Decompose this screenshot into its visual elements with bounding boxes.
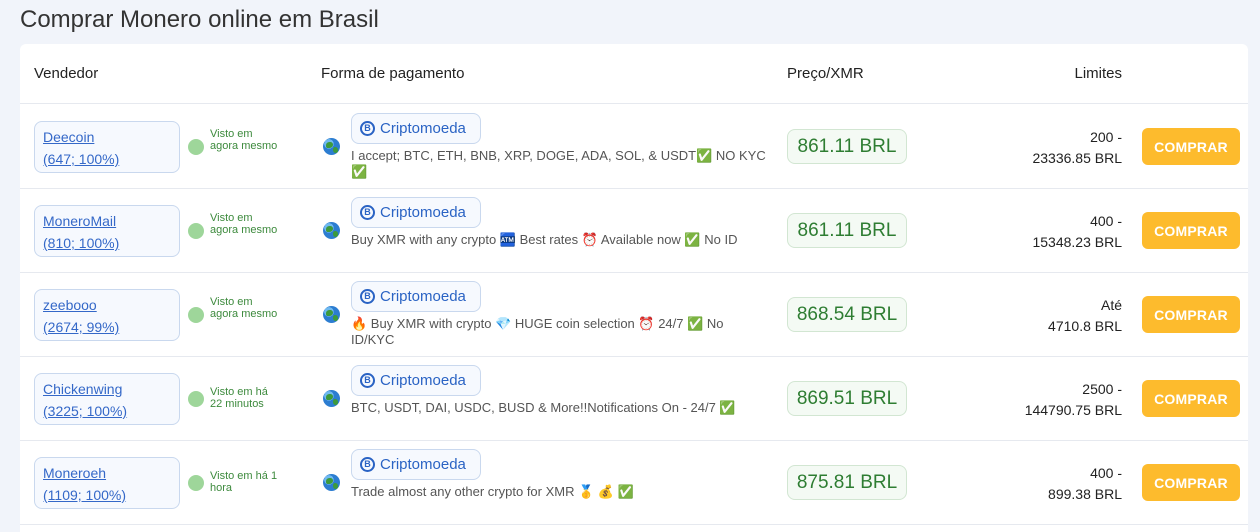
offer-description: BTC, USDT, DAI, USDC, BUSD & More!!Notif…: [351, 400, 736, 415]
vendor-stats-link[interactable]: (647; 100%): [43, 148, 171, 170]
bitcoin-coin-icon: B: [360, 457, 375, 472]
online-status-dot-icon: [188, 391, 204, 407]
last-seen-status: Visto em agora mesmo: [210, 212, 278, 236]
last-seen-status: Visto em há 1 hora: [210, 470, 278, 494]
header-limits: Limites: [1074, 65, 1122, 82]
limit-max: 144790.75 BRL: [1024, 402, 1122, 418]
page-title: Comprar Monero online em Brasil: [20, 6, 379, 33]
buy-button[interactable]: COMPRAR: [1142, 464, 1240, 501]
header-price: Preço/XMR: [787, 65, 864, 82]
price-badge: 861.11 BRL: [787, 129, 907, 164]
limit-min: Até: [1100, 297, 1122, 313]
price-badge: 861.11 BRL: [787, 213, 907, 248]
trade-limits: 400 - 899.38 BRL: [962, 463, 1122, 505]
payment-method-label: Criptomoeda: [380, 204, 466, 221]
buy-button[interactable]: COMPRAR: [1142, 296, 1240, 333]
last-seen-status: Visto em agora mesmo: [210, 296, 278, 320]
vendor-stats-link[interactable]: (3225; 100%): [43, 400, 171, 422]
vendor-card: MoneroMail (810; 100%): [34, 205, 180, 257]
offer-description: 🔥 Buy XMR with crypto 💎 HUGE coin select…: [351, 316, 724, 347]
trade-limits: 2500 - 144790.75 BRL: [962, 379, 1122, 421]
table-row: Moneroeh (1109; 100%) Visto em há 1 hora…: [20, 441, 1248, 525]
vendor-name-link[interactable]: Deecoin: [43, 126, 171, 148]
bitcoin-coin-icon: B: [360, 373, 375, 388]
payment-method-badge[interactable]: B Criptomoeda: [351, 281, 481, 312]
vendor-name-link[interactable]: zeebooo: [43, 294, 171, 316]
trade-limits: 200 - 23336.85 BRL: [962, 127, 1122, 169]
offer-description: I accept; BTC, ETH, BNB, XRP, DOGE, ADA,…: [351, 148, 766, 179]
offer-description: Buy XMR with any crypto 🏧 Best rates ⏰ A…: [351, 232, 738, 247]
trade-limits: 400 - 15348.23 BRL: [962, 211, 1122, 253]
limit-min: 200 -: [1090, 129, 1122, 145]
limit-min: 400 -: [1090, 213, 1122, 229]
globe-icon: [323, 390, 340, 407]
limit-max: 4710.8 BRL: [1048, 318, 1122, 334]
table-row: zeebooo (2674; 99%) Visto em agora mesmo…: [20, 273, 1248, 357]
payment-method-label: Criptomoeda: [380, 372, 466, 389]
online-status-dot-icon: [188, 223, 204, 239]
vendor-stats-link[interactable]: (1109; 100%): [43, 484, 171, 506]
vendor-card: Chickenwing (3225; 100%): [34, 373, 180, 425]
header-payment: Forma de pagamento: [321, 65, 465, 82]
globe-icon: [323, 474, 340, 491]
table-row: MoneroMail (810; 100%) Visto em agora me…: [20, 189, 1248, 273]
payment-method-badge[interactable]: B Criptomoeda: [351, 365, 481, 396]
limit-max: 23336.85 BRL: [1032, 150, 1122, 166]
limit-min: 400 -: [1090, 465, 1122, 481]
payment-method-badge[interactable]: B Criptomoeda: [351, 449, 481, 480]
last-seen-status: Visto em agora mesmo: [210, 128, 278, 152]
vendor-card: Deecoin (647; 100%): [34, 121, 180, 173]
table-row: Chickenwing (3225; 100%) Visto em há 22 …: [20, 357, 1248, 441]
price-badge: 869.51 BRL: [787, 381, 907, 416]
payment-method-label: Criptomoeda: [380, 456, 466, 473]
table-row: Deecoin (647; 100%) Visto em agora mesmo…: [20, 105, 1248, 189]
trade-limits: Até 4710.8 BRL: [962, 295, 1122, 337]
vendor-name-link[interactable]: Chickenwing: [43, 378, 171, 400]
buy-button[interactable]: COMPRAR: [1142, 128, 1240, 165]
online-status-dot-icon: [188, 139, 204, 155]
table-header: Vendedor Forma de pagamento Preço/XMR Li…: [20, 44, 1248, 104]
limit-min: 2500 -: [1082, 381, 1122, 397]
price-badge: 868.54 BRL: [787, 297, 907, 332]
limit-max: 15348.23 BRL: [1032, 234, 1122, 250]
payment-method-badge[interactable]: B Criptomoeda: [351, 113, 481, 144]
payment-method-label: Criptomoeda: [380, 120, 466, 137]
globe-icon: [323, 138, 340, 155]
buy-button[interactable]: COMPRAR: [1142, 380, 1240, 417]
globe-icon: [323, 222, 340, 239]
price-badge: 875.81 BRL: [787, 465, 907, 500]
last-seen-status: Visto em há 22 minutos: [210, 386, 268, 410]
vendor-stats-link[interactable]: (2674; 99%): [43, 316, 171, 338]
bitcoin-coin-icon: B: [360, 121, 375, 136]
bitcoin-coin-icon: B: [360, 289, 375, 304]
online-status-dot-icon: [188, 307, 204, 323]
header-vendor: Vendedor: [34, 65, 99, 82]
online-status-dot-icon: [188, 475, 204, 491]
payment-method-badge[interactable]: B Criptomoeda: [351, 197, 481, 228]
vendor-stats-link[interactable]: (810; 100%): [43, 232, 171, 254]
bitcoin-coin-icon: B: [360, 205, 375, 220]
offers-table: Vendedor Forma de pagamento Preço/XMR Li…: [20, 44, 1248, 532]
limit-max: 899.38 BRL: [1048, 486, 1122, 502]
offer-description: Trade almost any other crypto for XMR 🥇 …: [351, 484, 634, 499]
vendor-card: Moneroeh (1109; 100%): [34, 457, 180, 509]
payment-method-label: Criptomoeda: [380, 288, 466, 305]
buy-button[interactable]: COMPRAR: [1142, 212, 1240, 249]
vendor-name-link[interactable]: MoneroMail: [43, 210, 171, 232]
globe-icon: [323, 306, 340, 323]
vendor-card: zeebooo (2674; 99%): [34, 289, 180, 341]
vendor-name-link[interactable]: Moneroeh: [43, 462, 171, 484]
